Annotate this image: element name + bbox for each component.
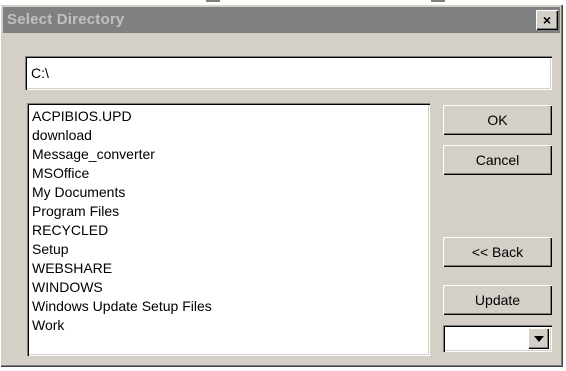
dropdown-button[interactable] — [528, 328, 549, 349]
window-title: Select Directory — [7, 11, 125, 28]
select-directory-dialog: Select Directory × ACPIBIOS.UPD download… — [0, 4, 563, 367]
list-item[interactable]: Setup — [32, 240, 430, 259]
list-item[interactable]: WEBSHARE — [32, 259, 430, 278]
list-item[interactable]: Program Files — [32, 202, 430, 221]
update-button[interactable]: Update — [443, 285, 552, 315]
list-item[interactable]: RECYCLED — [32, 221, 430, 240]
cancel-button[interactable]: Cancel — [443, 145, 552, 175]
list-item[interactable]: ACPIBIOS.UPD — [32, 107, 430, 126]
list-item[interactable]: Work — [32, 316, 430, 335]
close-icon: × — [542, 12, 552, 28]
ok-button-label: OK — [487, 112, 508, 128]
chevron-down-icon — [534, 336, 544, 342]
list-item[interactable]: WINDOWS — [32, 278, 430, 297]
list-item[interactable]: My Documents — [32, 183, 430, 202]
close-button[interactable]: × — [536, 10, 558, 30]
path-input[interactable] — [29, 61, 548, 85]
list-item[interactable]: Message_converter — [32, 145, 430, 164]
back-button-label: << Back — [471, 244, 524, 260]
path-field[interactable] — [25, 56, 552, 90]
list-item[interactable]: MSOffice — [32, 164, 430, 183]
background-mark — [206, 0, 220, 2]
drive-select[interactable] — [443, 325, 552, 352]
directory-list[interactable]: ACPIBIOS.UPD download Message_converter … — [27, 103, 430, 356]
cancel-button-label: Cancel — [475, 152, 520, 168]
ok-button[interactable]: OK — [443, 105, 552, 135]
list-item[interactable]: Windows Update Setup Files — [32, 297, 430, 316]
title-bar[interactable]: Select Directory × — [3, 7, 560, 33]
background-mark — [431, 0, 445, 2]
back-button[interactable]: << Back — [443, 237, 552, 267]
update-button-label: Update — [474, 292, 521, 308]
list-item[interactable]: download — [32, 126, 430, 145]
